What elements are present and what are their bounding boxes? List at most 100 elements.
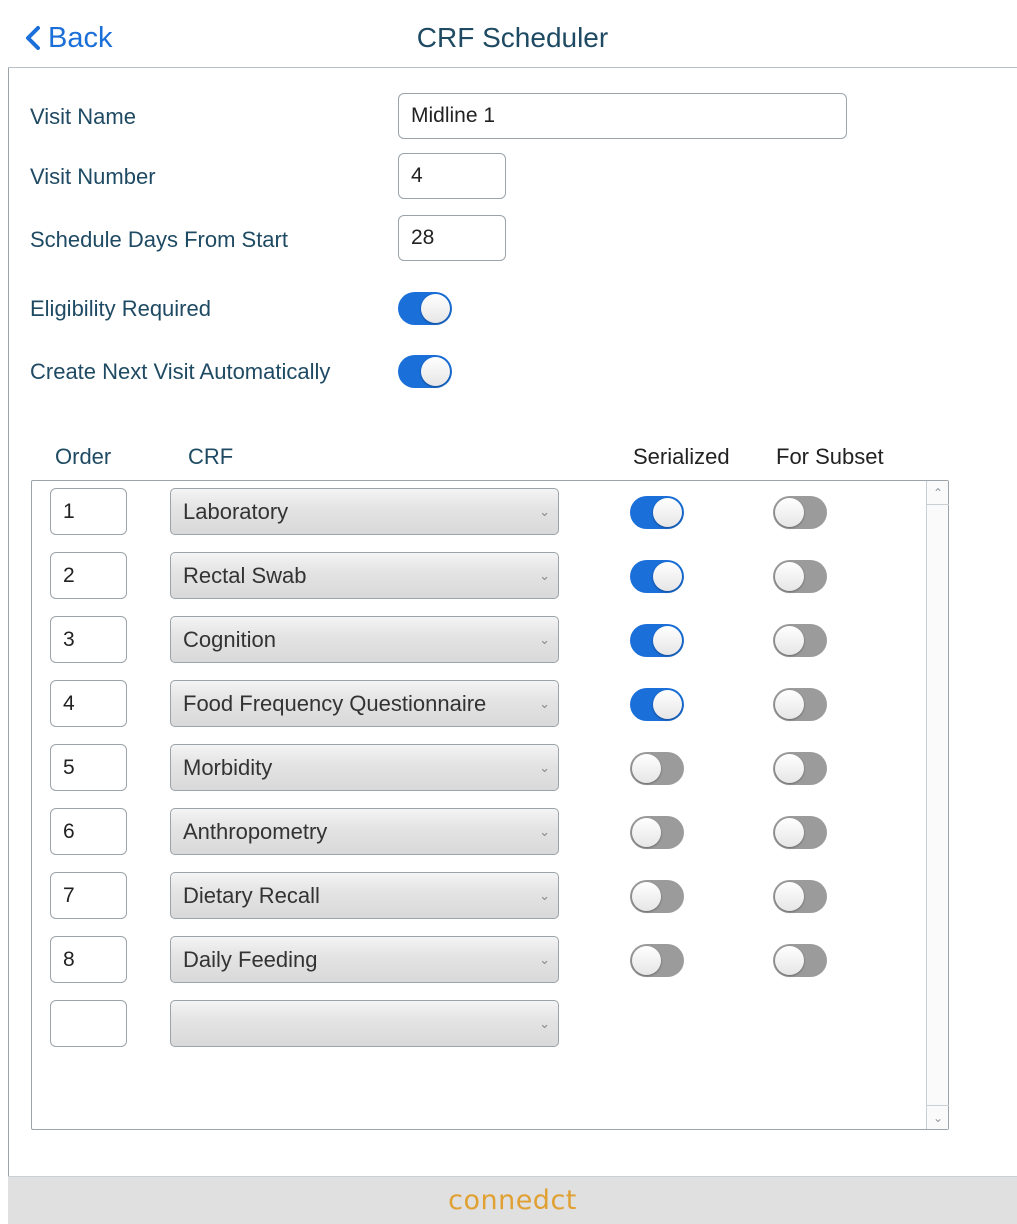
eligibility-toggle[interactable] [398,292,452,325]
toggle-knob [775,690,804,719]
chevron-down-icon: ⌄ [539,888,550,903]
order-input[interactable]: 3 [50,616,127,663]
auto-next-visit-toggle[interactable] [398,355,452,388]
scroll-down-icon[interactable]: ⌄ [927,1105,949,1129]
order-input[interactable]: 6 [50,808,127,855]
toggle-knob [653,498,682,527]
order-input[interactable]: 1 [50,488,127,535]
for-subset-toggle[interactable] [773,624,827,657]
visit-number-input[interactable] [398,153,506,199]
for-subset-toggle[interactable] [773,688,827,721]
toggle-knob [775,754,804,783]
serialized-toggle[interactable] [630,752,684,785]
toggle-knob [775,562,804,591]
crf-row: 3 Cognition ⌄ [32,616,948,664]
page-title: CRF Scheduler [416,22,609,53]
toggle-knob [632,818,661,847]
chevron-down-icon: ⌄ [539,1016,550,1031]
nav-bar: Back CRF Scheduler [8,0,1017,68]
crf-select[interactable]: ⌄ [170,1000,559,1047]
auto-next-visit-label: Create Next Visit Automatically [30,359,331,384]
crf-select[interactable]: Anthropometry ⌄ [170,808,559,855]
eligibility-label: Eligibility Required [30,296,211,321]
serialized-toggle[interactable] [630,880,684,913]
toggle-knob [632,946,661,975]
crf-select[interactable]: Cognition ⌄ [170,616,559,663]
crf-row: 4 Food Frequency Questionnaire ⌄ [32,680,948,728]
serialized-toggle[interactable] [630,816,684,849]
chevron-down-icon: ⌄ [539,824,550,839]
serialized-column-header: Serialized [633,444,730,469]
crf-select-value: Dietary Recall [183,883,320,908]
serialized-toggle[interactable] [630,944,684,977]
serialized-toggle[interactable] [630,688,684,721]
order-input[interactable]: 8 [50,936,127,983]
crf-list[interactable]: 1 Laboratory ⌄ 2 Rectal Swab ⌄ 3 Cognition ⌄ 4 Foo… [31,480,949,1130]
toggle-knob [421,294,450,323]
toggle-knob [775,946,804,975]
crf-row: 8 Daily Feeding ⌄ [32,936,948,984]
crf-row: 7 Dietary Recall ⌄ [32,872,948,920]
visit-number-label: Visit Number [30,164,156,189]
chevron-down-icon: ⌄ [539,952,550,967]
toggle-knob [775,818,804,847]
serialized-toggle[interactable] [630,496,684,529]
chevron-down-icon: ⌄ [539,632,550,647]
crf-select-value: Rectal Swab [183,563,307,588]
crf-select[interactable]: Morbidity ⌄ [170,744,559,791]
order-input[interactable]: 2 [50,552,127,599]
order-input[interactable] [50,1000,127,1047]
chevron-down-icon: ⌄ [539,696,550,711]
toggle-knob [653,690,682,719]
visit-name-input[interactable] [398,93,847,139]
for-subset-column-header: For Subset [776,444,884,469]
crf-column-header: CRF [188,444,234,469]
crf-select[interactable]: Rectal Swab ⌄ [170,552,559,599]
toggle-knob [632,882,661,911]
crf-select-value: Cognition [183,627,276,652]
crf-select-value: Laboratory [183,499,289,524]
crf-select[interactable]: Dietary Recall ⌄ [170,872,559,919]
serialized-toggle[interactable] [630,560,684,593]
for-subset-toggle[interactable] [773,816,827,849]
chevron-down-icon: ⌄ [539,760,550,775]
toggle-knob [775,626,804,655]
chevron-down-icon: ⌄ [539,568,550,583]
crf-row: 2 Rectal Swab ⌄ [32,552,948,600]
order-input[interactable]: 5 [50,744,127,791]
visit-name-label: Visit Name [30,104,136,129]
chevron-down-icon: ⌄ [539,504,550,519]
toggle-knob [653,626,682,655]
order-input[interactable]: 4 [50,680,127,727]
connedct-logo: connedct [448,1185,577,1216]
toggle-knob [775,498,804,527]
crf-row: 6 Anthropometry ⌄ [32,808,948,856]
crf-row: 5 Morbidity ⌄ [32,744,948,792]
crf-row: 1 Laboratory ⌄ [32,488,948,536]
order-column-header: Order [55,444,112,469]
crf-select-value: Food Frequency Questionnaire [183,691,487,716]
toggle-knob [421,357,450,386]
toggle-knob [775,882,804,911]
serialized-toggle[interactable] [630,624,684,657]
for-subset-toggle[interactable] [773,944,827,977]
crf-select-value: Morbidity [183,755,273,780]
for-subset-toggle[interactable] [773,560,827,593]
crf-select-value: Daily Feeding [183,947,318,972]
scroll-up-icon[interactable]: ⌃ [927,481,949,505]
for-subset-toggle[interactable] [773,880,827,913]
crf-select-value: Anthropometry [183,819,328,844]
footer: connedct [8,1176,1017,1224]
for-subset-toggle[interactable] [773,752,827,785]
order-input[interactable]: 7 [50,872,127,919]
scrollbar[interactable]: ⌃ ⌄ [926,481,949,1129]
schedule-days-input[interactable] [398,215,506,261]
crf-select[interactable]: Laboratory ⌄ [170,488,559,535]
crf-select[interactable]: Daily Feeding ⌄ [170,936,559,983]
toggle-knob [632,754,661,783]
crf-row: ⌄ [32,1000,948,1048]
for-subset-toggle[interactable] [773,496,827,529]
toggle-knob [653,562,682,591]
schedule-days-label: Schedule Days From Start [30,227,288,252]
crf-select[interactable]: Food Frequency Questionnaire ⌄ [170,680,559,727]
